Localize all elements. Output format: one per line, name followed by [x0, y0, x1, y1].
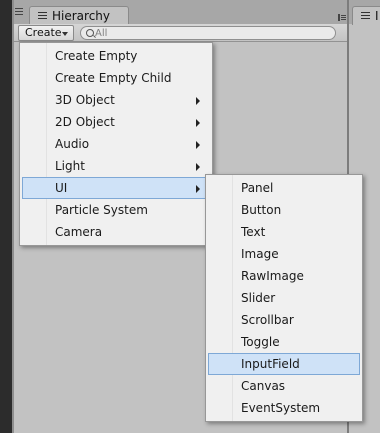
tab-hierarchy-label: Hierarchy [52, 9, 111, 23]
create-button-label: Create [25, 26, 62, 39]
tab-inspector-label: I [375, 9, 379, 23]
menu-item-camera[interactable]: Camera [22, 222, 210, 244]
submenu-item-canvas[interactable]: Canvas [208, 376, 360, 398]
tab-options-icon[interactable] [338, 12, 346, 22]
search-field[interactable] [80, 26, 336, 40]
chevron-right-icon [196, 185, 200, 193]
search-icon [86, 29, 94, 37]
menu-item-ui[interactable]: UI [22, 177, 210, 199]
submenu-item-button[interactable]: Button [208, 200, 360, 222]
menu-item-particle-system[interactable]: Particle System [22, 200, 210, 222]
chevron-down-icon [62, 32, 68, 36]
chevron-right-icon [196, 97, 200, 105]
menu-item-2d-object[interactable]: 2D Object [22, 112, 210, 134]
submenu-item-text[interactable]: Text [208, 222, 360, 244]
hierarchy-list-icon [38, 12, 47, 21]
hierarchy-toolbar: Create [14, 24, 347, 42]
chevron-right-icon [196, 141, 200, 149]
menu-item-light[interactable]: Light [22, 156, 210, 178]
tab-inspector[interactable]: I [352, 6, 380, 25]
menu-item-audio[interactable]: Audio [22, 134, 210, 156]
submenu-item-slider[interactable]: Slider [208, 288, 360, 310]
create-button[interactable]: Create [18, 25, 74, 41]
submenu-item-scrollbar[interactable]: Scrollbar [208, 310, 360, 332]
create-menu: Create Empty Create Empty Child 3D Objec… [19, 42, 213, 246]
chevron-right-icon [196, 163, 200, 171]
scene-panel-edge [0, 0, 12, 433]
search-input[interactable] [95, 27, 331, 39]
tab-bar: Hierarchy [14, 0, 380, 25]
panel-menu-icon[interactable] [14, 6, 24, 18]
chevron-right-icon [196, 119, 200, 127]
tab-hierarchy[interactable]: Hierarchy [29, 6, 129, 25]
submenu-item-eventsystem[interactable]: EventSystem [208, 398, 360, 420]
menu-item-create-empty[interactable]: Create Empty [22, 46, 210, 68]
menu-item-3d-object[interactable]: 3D Object [22, 90, 210, 112]
submenu-item-inputfield[interactable]: InputField [208, 353, 360, 375]
ui-submenu: Panel Button Text Image RawImage Slider … [205, 174, 363, 422]
inspector-icon [361, 12, 370, 21]
submenu-item-image[interactable]: Image [208, 244, 360, 266]
submenu-item-rawimage[interactable]: RawImage [208, 266, 360, 288]
menu-item-create-empty-child[interactable]: Create Empty Child [22, 68, 210, 90]
submenu-item-toggle[interactable]: Toggle [208, 332, 360, 354]
submenu-item-panel[interactable]: Panel [208, 178, 360, 200]
